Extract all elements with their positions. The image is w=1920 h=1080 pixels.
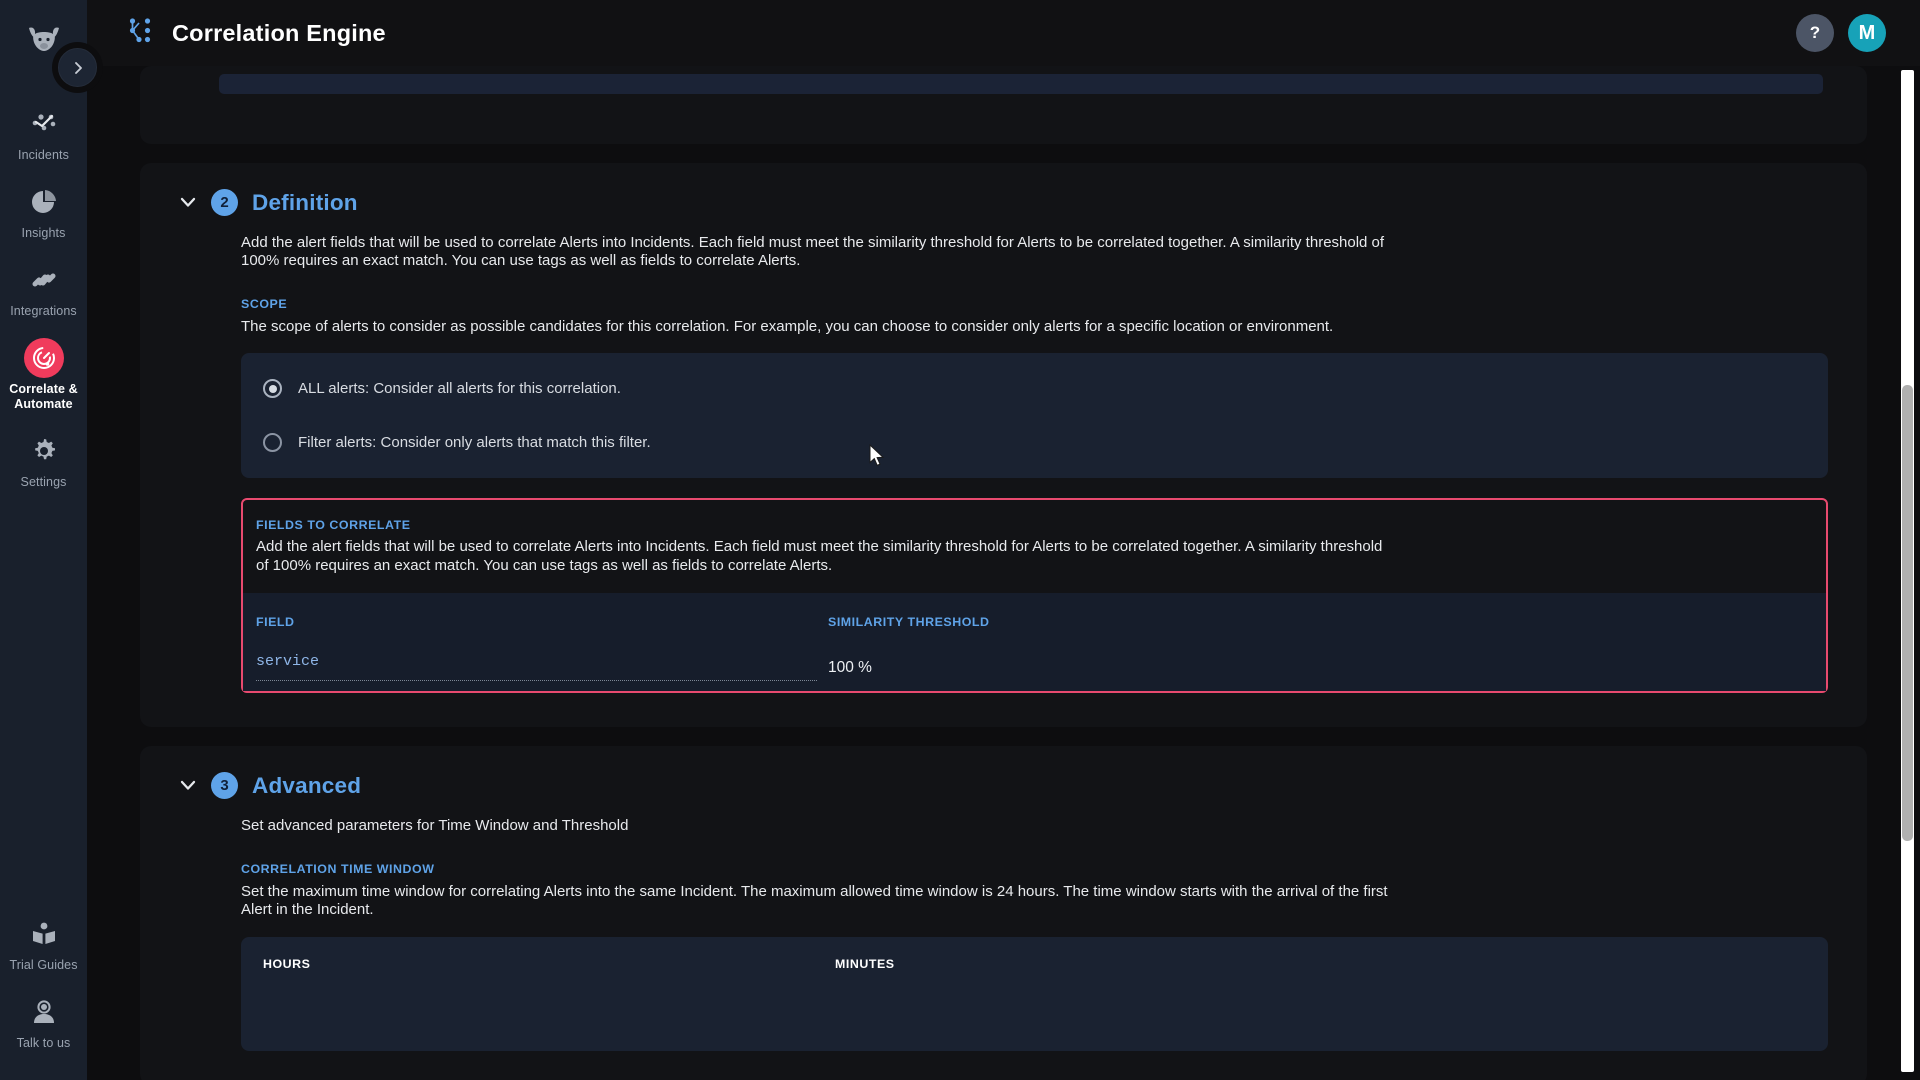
correlation-graph-icon [128, 17, 155, 49]
scroll-area: 2 Definition Add the alert fields that w… [87, 66, 1920, 1080]
support-agent-icon [30, 995, 58, 1029]
top-bar-actions: ? M [1796, 14, 1886, 52]
correlation-time-window-description: Set the maximum time window for correlat… [241, 882, 1388, 919]
definition-body: Add the alert fields that will be used t… [179, 234, 1828, 694]
sidebar-item-trial-guides[interactable]: Trial Guides [0, 904, 87, 982]
collapsed-field-placeholder [219, 74, 1823, 94]
column-header-hours: HOURS [263, 956, 311, 971]
advanced-header[interactable]: 3 Advanced [179, 772, 1828, 800]
threshold-value[interactable]: 100 % [828, 659, 1813, 681]
section-title: Definition [252, 189, 358, 215]
definition-header[interactable]: 2 Definition [179, 189, 1828, 216]
chevron-down-icon[interactable] [179, 197, 197, 208]
fields-table: FIELD SIMILARITY THRESHOLD service 100 % [243, 593, 1826, 692]
section-card-advanced: 3 Advanced Set advanced parameters for T… [140, 746, 1867, 1080]
sidebar-secondary-nav: Trial Guides Talk to us [0, 904, 87, 1080]
scope-option-filter-alerts[interactable]: Filter alerts: Consider only alerts that… [263, 427, 1806, 458]
page-title: Correlation Engine [172, 19, 386, 46]
correlation-time-window-label: CORRELATION TIME WINDOW [241, 861, 435, 876]
sidebar-collapse-button[interactable] [58, 48, 97, 87]
column-header-similarity-threshold: SIMILARITY THRESHOLD [828, 615, 990, 630]
brand: Correlation Engine [128, 17, 386, 49]
chevron-right-icon [74, 61, 82, 74]
fields-to-correlate-description: Add the alert fields that will be used t… [256, 538, 1383, 574]
bull-head-logo-icon [28, 27, 59, 51]
sidebar: Incidents Insights Integrations Correlat… [0, 0, 87, 1080]
sidebar-item-integrations[interactable]: Integrations [0, 250, 87, 328]
scope-label: SCOPE [241, 296, 288, 311]
scope-option-all-alerts[interactable]: ALL alerts: Consider all alerts for this… [263, 373, 1806, 404]
sidebar-item-correlate-automate[interactable]: Correlate & Automate [0, 328, 87, 421]
integrations-link-icon [29, 263, 59, 297]
radio-unselected-icon[interactable] [263, 433, 282, 453]
table-header-row: FIELD SIMILARITY THRESHOLD [256, 615, 1813, 629]
section-card-definition: 2 Definition Add the alert fields that w… [140, 163, 1867, 728]
field-value-input[interactable]: service [256, 653, 817, 682]
column-header-minutes: MINUTES [835, 956, 895, 971]
incidents-scatter-icon [29, 107, 59, 141]
section-card-partial [140, 66, 1867, 144]
vertical-scrollbar[interactable] [1901, 70, 1914, 1072]
sidebar-item-label: Incidents [18, 148, 69, 162]
active-icon-pill [23, 338, 64, 378]
top-bar: Correlation Engine ? M [87, 0, 1920, 66]
time-window-panel: HOURS MINUTES [241, 936, 1828, 1051]
sidebar-item-label: Correlate & Automate [9, 382, 78, 411]
sidebar-item-incidents[interactable]: Incidents [0, 94, 87, 172]
sidebar-item-label: Trial Guides [9, 958, 78, 972]
sidebar-primary-nav: Incidents Insights Integrations Correlat… [0, 94, 87, 499]
sidebar-item-label: Settings [20, 475, 67, 489]
open-book-icon [30, 917, 58, 951]
sidebar-item-insights[interactable]: Insights [0, 172, 87, 250]
fields-to-correlate-box: FIELDS TO CORRELATE Add the alert fields… [241, 498, 1828, 694]
sidebar-item-talk-to-us[interactable]: Talk to us [0, 982, 87, 1060]
content: 2 Definition Add the alert fields that w… [87, 66, 1920, 1080]
column-header-field: FIELD [256, 615, 295, 630]
pie-chart-icon [29, 185, 59, 219]
target-radar-icon [23, 338, 64, 378]
section-title: Advanced [252, 772, 362, 798]
scope-options-panel: ALL alerts: Consider all alerts for this… [241, 353, 1828, 479]
sidebar-item-label: Integrations [10, 304, 77, 318]
scrollbar-thumb[interactable] [1902, 385, 1913, 841]
time-header-row: HOURS MINUTES [263, 957, 1806, 971]
main-area: Correlation Engine ? M 2 Definition Add … [87, 0, 1920, 1080]
advanced-body: Set advanced parameters for Time Window … [179, 817, 1828, 1051]
step-number-badge: 2 [211, 189, 238, 216]
chevron-down-icon[interactable] [179, 780, 197, 791]
radio-selected-icon[interactable] [263, 379, 282, 399]
gear-icon [30, 434, 58, 468]
sidebar-item-settings[interactable]: Settings [0, 421, 87, 499]
table-row: service 100 % [256, 653, 1813, 682]
help-button[interactable]: ? [1796, 14, 1834, 52]
scope-description: The scope of alerts to consider as possi… [241, 317, 1334, 335]
fields-to-correlate-label: FIELDS TO CORRELATE [256, 518, 411, 533]
scope-option-label: Filter alerts: Consider only alerts that… [298, 434, 651, 452]
definition-description: Add the alert fields that will be used t… [241, 234, 1385, 270]
step-number-badge: 3 [211, 772, 238, 800]
avatar[interactable]: M [1848, 14, 1886, 52]
advanced-description: Set advanced parameters for Time Window … [241, 817, 629, 835]
scope-option-label: ALL alerts: Consider all alerts for this… [298, 380, 621, 398]
app-logo[interactable] [26, 14, 62, 66]
sidebar-item-label: Insights [21, 226, 66, 240]
sidebar-item-label: Talk to us [16, 1036, 71, 1050]
